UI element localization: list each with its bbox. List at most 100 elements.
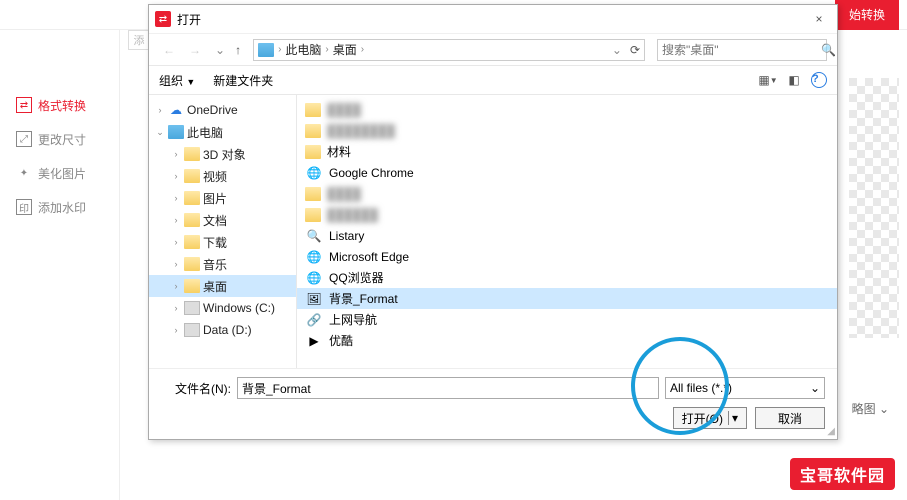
cancel-button[interactable]: 取消: [755, 407, 825, 429]
tree-item[interactable]: › Windows (C:): [149, 297, 296, 319]
expand-icon[interactable]: ›: [171, 259, 181, 269]
dialog-footer: 文件名(N): All files (*.*) ⌄ 打开(O)▾ 取消 ◢: [149, 368, 837, 439]
sidebar-item-watermark[interactable]: 印添加水印: [0, 190, 119, 224]
add-button[interactable]: 添: [128, 30, 150, 50]
sidebar-label: 美化图片: [38, 165, 86, 182]
sidebar-item-beautify[interactable]: ✦美化图片: [0, 156, 119, 190]
filename-input[interactable]: [237, 377, 659, 399]
new-folder-button[interactable]: 新建文件夹: [213, 72, 273, 89]
file-label: ██████: [327, 208, 378, 222]
chevron-down-icon: ⌄: [810, 381, 820, 395]
start-convert-button[interactable]: 始转换: [835, 0, 899, 30]
tree-label: OneDrive: [187, 103, 238, 117]
tree-item[interactable]: ›☁OneDrive: [149, 99, 296, 121]
tree-item[interactable]: › 桌面: [149, 275, 296, 297]
search-box[interactable]: 🔍: [657, 39, 827, 61]
convert-icon: ⇄: [16, 97, 32, 113]
help-button[interactable]: ?: [811, 72, 827, 88]
expand-icon[interactable]: ›: [155, 105, 165, 115]
tree-item[interactable]: › 文档: [149, 209, 296, 231]
tree-item[interactable]: ›Data (D:): [149, 319, 296, 341]
tree-item[interactable]: ⌄此电脑: [149, 121, 296, 143]
file-label: ████████: [327, 124, 395, 138]
file-item[interactable]: ████: [297, 99, 837, 120]
expand-icon[interactable]: ›: [171, 303, 181, 313]
caret-icon: ›: [325, 44, 328, 55]
nav-back-button[interactable]: ←: [159, 41, 179, 59]
file-item[interactable]: ████: [297, 183, 837, 204]
tree-item[interactable]: ›图片: [149, 187, 296, 209]
organize-button[interactable]: 组织 ▼: [159, 72, 195, 89]
filename-label: 文件名(N):: [161, 380, 231, 397]
file-item[interactable]: ████████: [297, 120, 837, 141]
dialog-nav: ← → ⌄ ↑ › 此电脑 › 桌面 › ⌄ ⟳ 🔍: [149, 33, 837, 65]
pc-icon: [258, 43, 274, 57]
tree-label: 文档: [203, 212, 227, 229]
file-item[interactable]: 🌐Microsoft Edge: [297, 246, 837, 267]
expand-icon[interactable]: ›: [171, 149, 181, 159]
view-mode-button[interactable]: ▦ ▼: [759, 72, 777, 88]
caret-icon: ›: [278, 44, 281, 55]
address-dropdown[interactable]: ⌄: [608, 41, 626, 59]
address-bar[interactable]: › 此电脑 › 桌面 › ⌄ ⟳: [253, 39, 645, 61]
file-item[interactable]: 🔍Listary: [297, 225, 837, 246]
tree-label: 视频: [203, 168, 227, 185]
watermark-badge: 宝哥软件园: [790, 458, 895, 490]
chevron-down-icon: ▾: [728, 411, 738, 425]
file-item[interactable]: 🌐Google Chrome: [297, 162, 837, 183]
tree-item[interactable]: › 视频: [149, 165, 296, 187]
chevron-down-icon: ⌄: [879, 402, 889, 416]
file-open-dialog: ⇄ 打开 × ← → ⌄ ↑ › 此电脑 › 桌面 › ⌄ ⟳ 🔍 组织 ▼ 新…: [148, 4, 838, 440]
filetype-select[interactable]: All files (*.*) ⌄: [665, 377, 825, 399]
sidebar-item-resize[interactable]: ⤢ 更改尺寸: [0, 122, 119, 156]
expand-icon[interactable]: ›: [171, 325, 181, 335]
breadcrumb-desktop[interactable]: 桌面: [333, 41, 357, 58]
breadcrumb-pc[interactable]: 此电脑: [285, 41, 321, 58]
dialog-title: 打开: [177, 11, 801, 28]
folder-tree: ›☁OneDrive⌄此电脑›3D 对象›视频›图片›文档›下载›音乐›桌面›W…: [149, 95, 297, 368]
expand-icon[interactable]: ›: [171, 171, 181, 181]
nav-recent-button[interactable]: ⌄: [211, 41, 229, 59]
file-item[interactable]: 🖼背景_Format: [297, 288, 837, 309]
sidebar-label: 格式转换: [38, 97, 86, 114]
tree-label: Windows (C:): [203, 301, 275, 315]
file-item[interactable]: 🌐QQ浏览器: [297, 267, 837, 288]
close-button[interactable]: ×: [807, 12, 831, 26]
sidebar-item-format[interactable]: ⇄ 格式转换: [0, 88, 119, 122]
dialog-titlebar: ⇄ 打开 ×: [149, 5, 837, 33]
preview-pane-button[interactable]: ◧: [785, 72, 803, 88]
nav-forward-button[interactable]: →: [185, 41, 205, 59]
caret-icon: ›: [361, 44, 364, 55]
file-item[interactable]: 🔗上网导航: [297, 309, 837, 330]
tree-item[interactable]: ›下载: [149, 231, 296, 253]
tree-label: 3D 对象: [203, 146, 246, 163]
open-button[interactable]: 打开(O)▾: [673, 407, 747, 429]
file-item[interactable]: ██████: [297, 204, 837, 225]
file-label: 背景_Format: [329, 290, 398, 307]
search-input[interactable]: [662, 43, 817, 57]
tree-label: 桌面: [203, 278, 227, 295]
expand-icon[interactable]: ›: [171, 215, 181, 225]
file-label: 优酷: [329, 332, 353, 349]
file-label: Microsoft Edge: [329, 250, 409, 264]
expand-icon[interactable]: ⌄: [155, 127, 165, 138]
file-list: ████████████材料🌐Google Chrome██████████🔍L…: [297, 95, 837, 368]
dialog-main: ›☁OneDrive⌄此电脑›3D 对象›视频›图片›文档›下载›音乐›桌面›W…: [149, 95, 837, 368]
tree-item[interactable]: ›音乐: [149, 253, 296, 275]
nav-up-button[interactable]: ↑: [235, 43, 241, 57]
file-item[interactable]: 材料: [297, 141, 837, 162]
preview-checkerboard: [849, 78, 899, 338]
sidebar-label: 更改尺寸: [38, 131, 86, 148]
expand-icon[interactable]: ›: [171, 193, 181, 203]
expand-icon[interactable]: ›: [171, 281, 181, 291]
expand-icon[interactable]: ›: [171, 237, 181, 247]
resize-icon: ⤢: [16, 131, 32, 147]
file-label: Listary: [329, 229, 364, 243]
file-item[interactable]: ▶优酷: [297, 330, 837, 351]
file-label: 材料: [327, 143, 351, 160]
refresh-button[interactable]: ⟳: [630, 43, 640, 57]
tree-item[interactable]: › 3D 对象: [149, 143, 296, 165]
file-label: 上网导航: [329, 311, 377, 328]
resize-grip[interactable]: ◢: [827, 426, 835, 437]
thumbnail-dropdown[interactable]: 略图 ⌄: [852, 400, 889, 417]
